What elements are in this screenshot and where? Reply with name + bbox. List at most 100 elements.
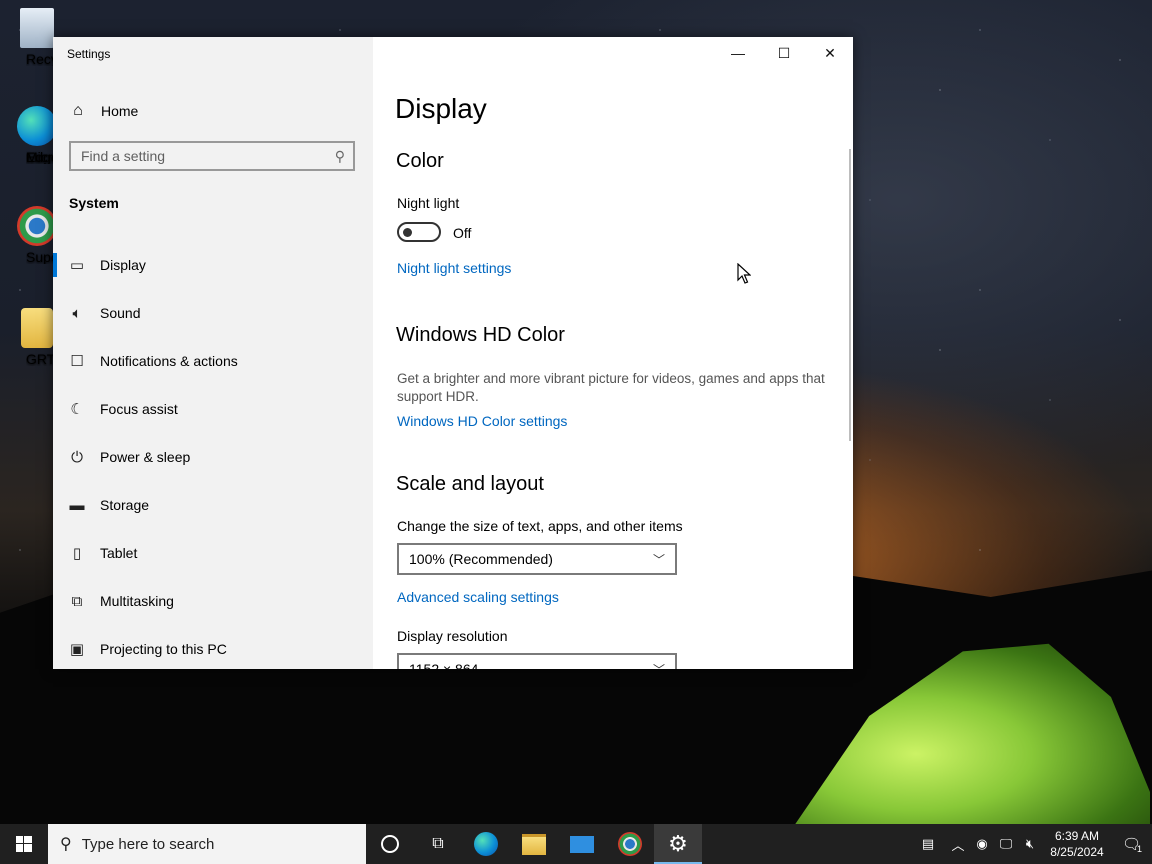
webcam-icon[interactable]: ◉ <box>970 824 994 864</box>
sidebar-item-label: Power & sleep <box>100 449 191 465</box>
night-light-state: Off <box>453 225 472 241</box>
scale-dropdown[interactable]: 100% (Recommended) ﹀ <box>397 543 677 575</box>
content-pane: — ☐ ✕ Display Color Night light Off Nigh… <box>373 37 853 669</box>
resolution-dropdown[interactable]: 1152 × 864 ﹀ <box>397 653 677 669</box>
maximize-icon: ☐ <box>777 44 791 61</box>
advanced-scaling-link[interactable]: Advanced scaling settings <box>397 589 559 605</box>
window-title: Settings <box>67 47 111 61</box>
network-icon[interactable]: 🖵︎ <box>994 824 1018 864</box>
taskbar-search-placeholder: Type here to search <box>81 835 215 853</box>
edge-icon <box>17 106 57 146</box>
sidebar-item-notifications[interactable]: ☐ Notifications & actions <box>53 337 373 385</box>
windows-logo-icon <box>16 836 32 852</box>
sidebar-item-sound[interactable]: 🔈︎ Sound <box>53 289 373 337</box>
action-center-button[interactable]: 🗨︎ 1 <box>1112 824 1152 864</box>
find-setting-input[interactable]: Find a setting ⚲ <box>69 141 355 171</box>
sidebar: Settings ⌂ Home Find a setting ⚲ System … <box>53 37 373 669</box>
sidebar-item-label: Tablet <box>100 545 138 561</box>
sidebar-item-label: Projecting to this PC <box>100 641 227 657</box>
sidebar-home-label: Home <box>101 103 139 119</box>
chevron-up-icon[interactable]: ︿ <box>946 824 970 864</box>
power-icon: ⏻ <box>71 448 83 466</box>
sidebar-item-label: Storage <box>100 497 150 513</box>
task-view-icon: ⧉ <box>432 835 444 852</box>
task-view-button[interactable]: ⧉ <box>414 824 462 864</box>
taskbar-edge-button[interactable] <box>462 824 510 864</box>
minimize-button[interactable]: — <box>715 37 761 69</box>
cortana-button[interactable] <box>366 824 414 864</box>
minimize-icon: — <box>731 45 745 61</box>
sidebar-item-label: Notifications & actions <box>100 353 238 369</box>
color-heading: Color <box>396 150 444 172</box>
toggle-knob <box>403 228 412 237</box>
cortana-circle-icon <box>381 835 399 853</box>
night-light-settings-link[interactable]: Night light settings <box>397 260 511 276</box>
close-button[interactable]: ✕ <box>807 37 853 69</box>
taskbar-settings-button[interactable]: ⚙ <box>654 824 702 864</box>
resolution-label: Display resolution <box>397 628 508 644</box>
monitor-icon: ▭ <box>69 257 85 274</box>
taskbar-file-explorer-button[interactable] <box>510 824 558 864</box>
moon-icon: ☾ <box>70 401 84 418</box>
sidebar-home[interactable]: ⌂ Home <box>69 101 138 121</box>
sidebar-nav: ▭ Display 🔈︎ Sound ☐ Notifications & act… <box>53 241 373 669</box>
taskbar-mail-button[interactable] <box>558 824 606 864</box>
mouse-cursor-icon <box>737 263 751 284</box>
sidebar-item-display[interactable]: ▭ Display <box>53 241 373 289</box>
sidebar-item-storage[interactable]: ▬ Storage <box>53 481 373 529</box>
sidebar-item-power-sleep[interactable]: ⏻ Power & sleep <box>53 433 373 481</box>
system-tray: ▤ ︿ ◉ 🖵︎ 🔇︎ 6:39 AM 8/25/2024 🗨︎ 1 <box>910 824 1152 864</box>
hd-color-heading: Windows HD Color <box>396 324 565 346</box>
folder-icon <box>21 308 53 348</box>
taskbar: ⚲ Type here to search ⧉ ⚙ ▤ ︿ ◉ 🖵︎ 🔇︎ 6:… <box>0 824 1152 864</box>
notification-count: 1 <box>1137 844 1143 854</box>
taskbar-clock[interactable]: 6:39 AM 8/25/2024 <box>1042 828 1112 860</box>
chevron-down-icon: ﹀ <box>652 552 665 567</box>
scale-size-label: Change the size of text, apps, and other… <box>397 518 683 534</box>
night-light-label: Night light <box>397 195 460 211</box>
hd-color-settings-link[interactable]: Windows HD Color settings <box>397 413 567 429</box>
sidebar-item-label: Focus assist <box>100 401 178 417</box>
chevron-down-icon: ﹀ <box>653 661 665 670</box>
gear-icon: ⚙ <box>668 831 688 856</box>
supermium-icon <box>618 832 642 856</box>
sidebar-item-projecting[interactable]: ▣ Projecting to this PC <box>53 625 373 669</box>
close-icon: ✕ <box>824 44 836 61</box>
taskbar-supermium-button[interactable] <box>606 824 654 864</box>
sidebar-item-multitasking[interactable]: ⧉ Multitasking <box>53 577 373 625</box>
search-placeholder: Find a setting <box>81 148 166 164</box>
page-title: Display <box>395 93 487 124</box>
sidebar-item-tablet[interactable]: ▯ Tablet <box>53 529 373 577</box>
sidebar-item-focus-assist[interactable]: ☾ Focus assist <box>53 385 373 433</box>
search-icon[interactable]: ⚲ <box>335 148 345 165</box>
search-icon: ⚲ <box>60 836 72 853</box>
tablet-icon: ▯ <box>72 545 82 562</box>
start-button[interactable] <box>0 824 48 864</box>
resolution-dropdown-value: 1152 × 864 <box>409 661 479 669</box>
notification-icon: ☐ <box>70 353 84 370</box>
sidebar-item-label: Sound <box>100 305 141 321</box>
folder-icon <box>522 833 546 855</box>
volume-muted-icon[interactable]: 🔇︎ <box>1018 824 1042 864</box>
sidebar-section-label: System <box>69 195 119 211</box>
sidebar-item-label: Display <box>100 257 146 273</box>
hd-color-description: Get a brighter and more vibrant picture … <box>397 371 825 404</box>
multitasking-icon: ⧉ <box>71 592 83 610</box>
maximize-button[interactable]: ☐ <box>761 37 807 69</box>
projector-icon: ▣ <box>69 641 85 658</box>
content-scrollbar[interactable] <box>849 149 851 441</box>
speaker-icon: 🔈︎ <box>72 304 82 322</box>
edge-icon <box>474 832 498 856</box>
supermium-icon <box>17 206 57 246</box>
news-icon[interactable]: ▤ <box>910 824 946 864</box>
scale-dropdown-value: 100% (Recommended) <box>409 551 553 567</box>
home-icon: ⌂ <box>73 102 83 119</box>
storage-icon: ▬ <box>69 496 85 514</box>
clock-date: 8/25/2024 <box>1050 845 1104 859</box>
night-light-toggle[interactable] <box>397 222 441 242</box>
clock-time: 6:39 AM <box>1054 829 1100 843</box>
taskbar-search-box[interactable]: ⚲ Type here to search <box>48 824 366 864</box>
sidebar-item-label: Multitasking <box>100 593 174 609</box>
recycle-bin-icon <box>20 8 54 48</box>
window-controls: — ☐ ✕ <box>715 37 853 69</box>
